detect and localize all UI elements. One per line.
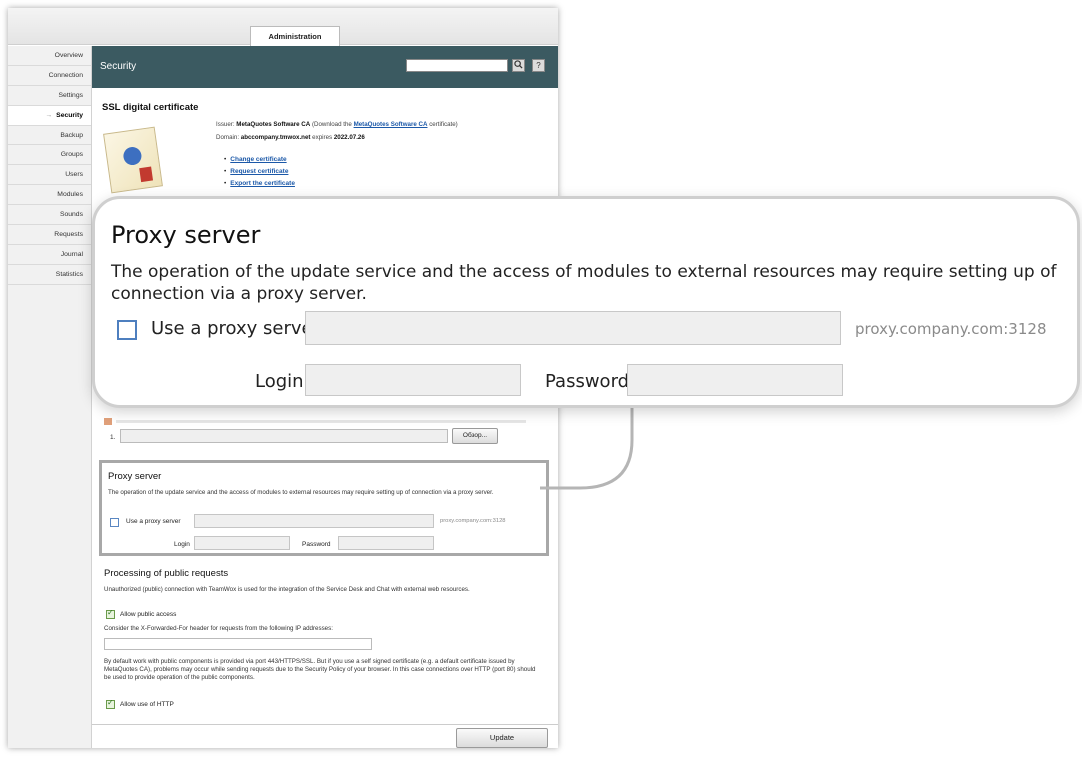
export-certificate-link[interactable]: Export the certificate: [230, 180, 295, 187]
allow-http-label: Allow use of HTTP: [120, 701, 174, 708]
login-label: Login: [255, 371, 304, 392]
sidebar-item-security[interactable]: → Security: [8, 105, 91, 126]
proxy-description-small: The operation of the update service and …: [108, 489, 494, 496]
proxy-title: Proxy server: [111, 221, 261, 249]
password-input-small[interactable]: [338, 536, 434, 550]
request-certificate-link[interactable]: Request certificate: [230, 168, 288, 175]
use-proxy-label: Use a proxy server: [151, 318, 320, 339]
ssl-title: SSL digital certificate: [102, 102, 199, 113]
sidebar-item-sounds[interactable]: Sounds: [8, 205, 91, 226]
sidebar-item-backup[interactable]: Backup: [8, 126, 91, 146]
sidebar-item-connection[interactable]: Connection: [8, 66, 91, 86]
proxy-callout: Proxy server The operation of the update…: [92, 196, 1080, 408]
download-ca-link[interactable]: MetaQuotes Software CA: [354, 121, 428, 128]
sidebar-item-label: Security: [56, 111, 83, 119]
sidebar-item-users[interactable]: Users: [8, 165, 91, 186]
file-row-number: 1.: [110, 434, 116, 441]
ssl-domain: Domain: abccompany.tmwox.net expires 202…: [216, 134, 365, 141]
public-requests-description: Unauthorized (public) connection with Te…: [104, 586, 470, 593]
sidebar-item-overview[interactable]: Overview: [8, 46, 91, 66]
divider: [92, 724, 558, 725]
search-input[interactable]: [406, 59, 508, 72]
proxy-title-small: Proxy server: [108, 471, 162, 482]
sidebar-item-groups[interactable]: Groups: [8, 145, 91, 166]
password-label-small: Password: [302, 541, 331, 548]
proxy-hint-small: proxy.company.com:3128: [440, 518, 506, 524]
xff-input[interactable]: [104, 638, 372, 650]
sidebar-item-journal[interactable]: Journal: [8, 245, 91, 265]
sidebar-item-requests[interactable]: Requests: [8, 225, 91, 245]
sidebar-item-modules[interactable]: Modules: [8, 185, 91, 206]
certificate-actions: • Change certificate • Request certificate…: [224, 156, 295, 187]
help-button[interactable]: ?: [532, 59, 545, 72]
allow-public-checkbox[interactable]: [106, 608, 115, 619]
arrow-right-icon: →: [45, 111, 53, 119]
proxy-address-hint: proxy.company.com:3128: [855, 320, 1047, 338]
ssl-issuer: Issuer: MetaQuotes Software CA (Download…: [216, 121, 458, 128]
proxy-section-small: Proxy server The operation of the update…: [99, 460, 549, 556]
proxy-address-input[interactable]: [305, 311, 841, 345]
https-note: By default work with public components i…: [104, 658, 536, 681]
use-proxy-checkbox-small[interactable]: [110, 518, 119, 527]
login-input-small[interactable]: [194, 536, 290, 550]
allow-public-label: Allow public access: [120, 611, 177, 618]
public-requests-title: Processing of public requests: [104, 568, 229, 579]
proxy-address-input-small[interactable]: [194, 514, 434, 528]
login-label-small: Login: [174, 541, 190, 548]
tab-administration[interactable]: Administration: [250, 26, 340, 46]
browse-button[interactable]: Обзор...: [452, 428, 498, 444]
file-path-input[interactable]: [120, 429, 448, 443]
allow-http-checkbox[interactable]: [106, 698, 115, 709]
obscured-row: [104, 416, 534, 428]
search-button[interactable]: [512, 59, 525, 72]
update-button[interactable]: Update: [456, 728, 548, 748]
login-input[interactable]: [305, 364, 521, 396]
password-input[interactable]: [627, 364, 843, 396]
xff-label: Consider the X-Forwarded-For header for …: [104, 625, 333, 632]
change-certificate-link[interactable]: Change certificate: [230, 156, 286, 163]
sidebar-item-statistics[interactable]: Statistics: [8, 265, 91, 285]
page-title: Security: [100, 61, 137, 72]
search-icon: [514, 60, 523, 69]
sidebar-item-settings[interactable]: Settings: [8, 86, 91, 106]
top-bar: Administration: [8, 8, 558, 46]
sidebar: Overview Connection Settings → Security B…: [8, 46, 92, 748]
password-label: Password: [545, 371, 630, 392]
use-proxy-checkbox[interactable]: [117, 320, 137, 340]
proxy-description: The operation of the update service and …: [111, 262, 1057, 304]
certificate-icon: [103, 126, 163, 194]
use-proxy-label-small: Use a proxy server: [126, 518, 181, 525]
